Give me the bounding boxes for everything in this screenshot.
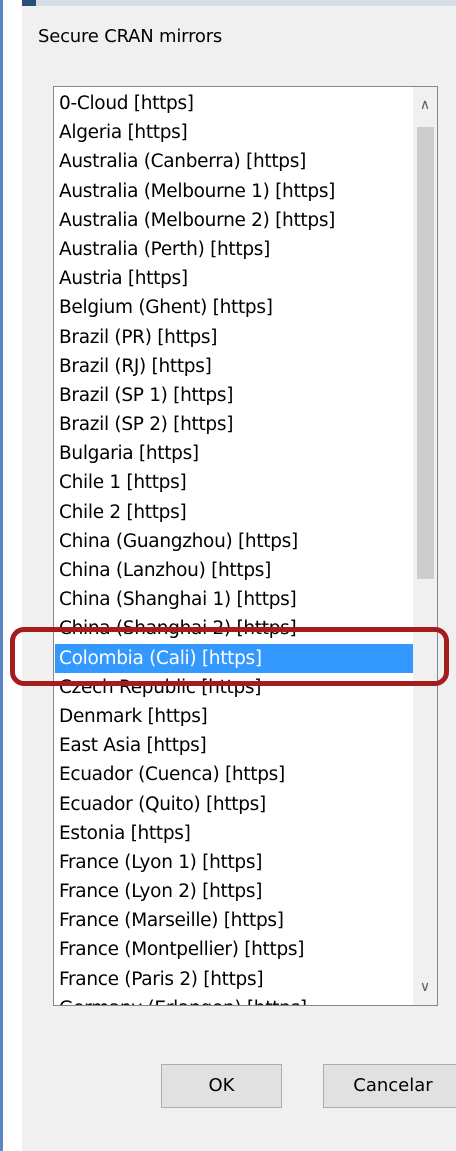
list-item[interactable]: France (Montpellier) [https] <box>55 935 414 964</box>
list-item[interactable]: Australia (Perth) [https] <box>55 235 414 264</box>
list-item[interactable]: Brazil (SP 2) [https] <box>55 410 414 439</box>
list-item[interactable]: Brazil (RJ) [https] <box>55 352 414 381</box>
list-item[interactable]: Australia (Melbourne 1) [https] <box>55 177 414 206</box>
ok-button[interactable]: OK <box>161 1064 282 1108</box>
list-item[interactable]: Austria [https] <box>55 264 414 293</box>
scrollbar-thumb[interactable] <box>417 127 434 579</box>
list-item[interactable]: China (Shanghai 1) [https] <box>55 585 414 614</box>
chevron-up-icon[interactable]: ∧ <box>413 89 437 121</box>
list-item[interactable]: 0-Cloud [https] <box>55 89 414 118</box>
list-item[interactable]: Chile 1 [https] <box>55 468 414 497</box>
list-item[interactable]: Germany (Erlangen) [https] <box>55 994 414 1005</box>
list-item[interactable]: France (Lyon 2) [https] <box>55 877 414 906</box>
list-item[interactable]: Brazil (SP 1) [https] <box>55 381 414 410</box>
list-item[interactable]: Chile 2 [https] <box>55 498 414 527</box>
list-item[interactable]: Czech Republic [https] <box>55 673 414 702</box>
mirror-dialog: Secure CRAN mirrors 0-Cloud [https] Alger… <box>22 6 456 1151</box>
list-item[interactable]: France (Lyon 1) [https] <box>55 848 414 877</box>
list-item-selected[interactable]: Colombia (Cali) [https] <box>55 643 414 673</box>
list-item[interactable]: East Asia [https] <box>55 731 414 760</box>
cancel-button[interactable]: Cancelar <box>323 1064 456 1108</box>
list-item[interactable]: France (Marseille) [https] <box>55 906 414 935</box>
list-item[interactable]: Ecuador (Quito) [https] <box>55 790 414 819</box>
dialog-title: Secure CRAN mirrors <box>38 26 223 47</box>
list-item[interactable]: Algeria [https] <box>55 118 414 147</box>
list-item[interactable]: Brazil (PR) [https] <box>55 323 414 352</box>
list-item[interactable]: Denmark [https] <box>55 702 414 731</box>
chevron-down-icon[interactable]: ∨ <box>413 971 437 1003</box>
list-item[interactable]: France (Paris 2) [https] <box>55 965 414 994</box>
list-item[interactable]: Belgium (Ghent) [https] <box>55 293 414 322</box>
list-item[interactable]: Australia (Melbourne 2) [https] <box>55 206 414 235</box>
vertical-scrollbar[interactable]: ∧ ∨ <box>413 87 437 1005</box>
list-item[interactable]: Australia (Canberra) [https] <box>55 147 414 176</box>
list-item[interactable]: China (Guangzhou) [https] <box>55 527 414 556</box>
list-item[interactable]: China (Lanzhou) [https] <box>55 556 414 585</box>
list-item[interactable]: China (Shanghai 2) [https] <box>55 614 414 643</box>
background-window-border <box>0 0 3 1151</box>
list-item[interactable]: Bulgaria [https] <box>55 439 414 468</box>
list-item[interactable]: Ecuador (Cuenca) [https] <box>55 760 414 789</box>
mirror-list-items: 0-Cloud [https] Algeria [https] Australia … <box>55 89 414 1005</box>
list-item[interactable]: Estonia [https] <box>55 819 414 848</box>
mirror-listbox[interactable]: 0-Cloud [https] Algeria [https] Australia … <box>53 86 438 1006</box>
background-window-edge <box>0 0 22 1151</box>
